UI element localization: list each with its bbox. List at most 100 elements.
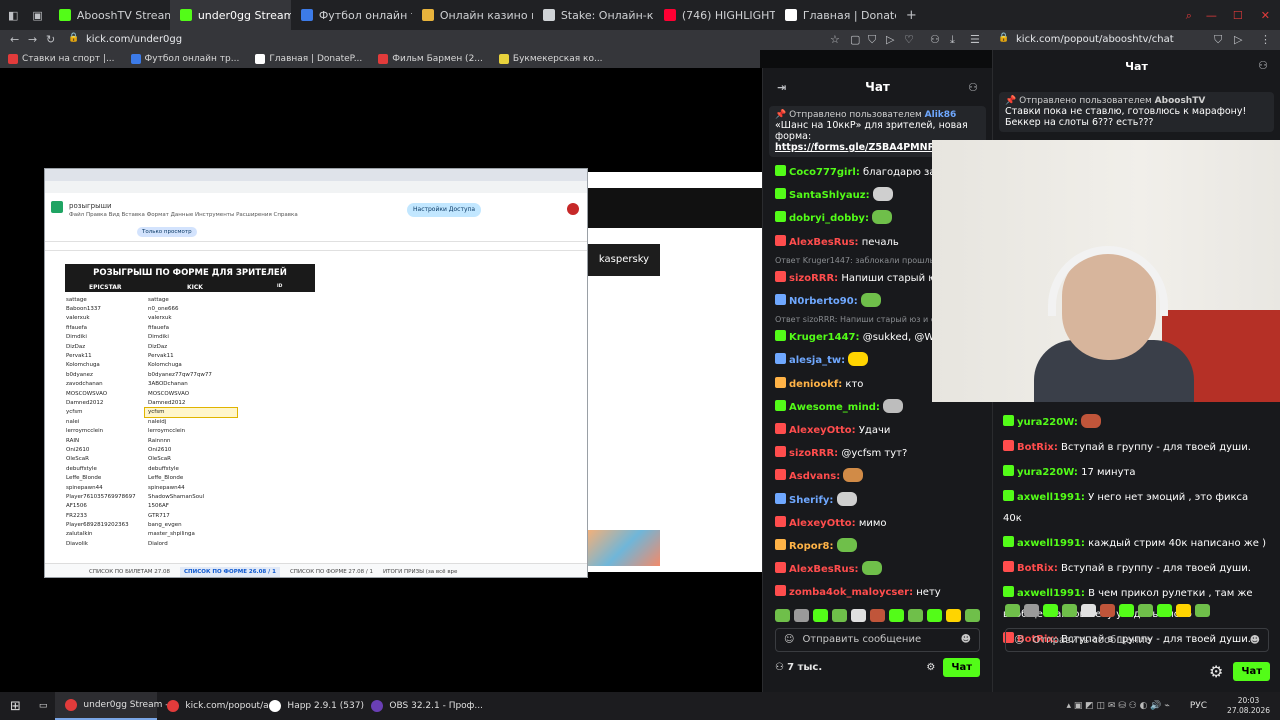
chat-username[interactable]: Asdvans: — [789, 471, 840, 482]
epicstar-cell[interactable]: Pervak11 — [63, 351, 145, 360]
chat-username[interactable]: yura220W: — [1017, 467, 1078, 478]
emote-picker-icon[interactable] — [1138, 604, 1153, 617]
users-icon[interactable]: ⚇ — [968, 82, 978, 93]
id-cell[interactable] — [237, 380, 311, 389]
send-message-input[interactable]: ☺ Отправить сообщение ☻ — [775, 627, 980, 652]
chat-username[interactable]: axwell1991: — [1017, 492, 1085, 503]
sheet-tab[interactable]: ИТОГИ ПРИЗЫ (за всё вре — [383, 569, 457, 575]
emote-picker-icon[interactable] — [1195, 604, 1210, 617]
id-cell[interactable] — [237, 408, 311, 417]
id-cell[interactable] — [237, 502, 311, 511]
send-message-input-right[interactable]: ☺ Отправить сообщение ☻ — [1005, 628, 1269, 652]
id-cell[interactable] — [237, 464, 311, 473]
menu-icon[interactable]: ☰ — [970, 34, 980, 45]
emote-picker-icon[interactable] — [1176, 604, 1191, 617]
epicstar-cell[interactable]: ycfsm — [63, 408, 145, 417]
maximize-icon[interactable]: ☐ — [1225, 10, 1251, 21]
emote-picker-icon[interactable] — [1062, 604, 1077, 617]
chat-username[interactable]: AlexBesRus: — [789, 237, 859, 248]
chat2-send-button[interactable]: Чат — [1233, 662, 1270, 681]
epicstar-cell[interactable]: Diavolik — [63, 539, 145, 548]
emoji-icon-right[interactable]: ☻ — [1250, 635, 1260, 646]
id-cell[interactable] — [237, 370, 311, 379]
browser-tab[interactable]: (746) HIGHLIGHTS | Re — [654, 0, 775, 30]
id-cell[interactable] — [237, 398, 311, 407]
sheet-tab[interactable]: СПИСОК ПО БИЛЕТАМ 27.08 — [89, 569, 170, 575]
start-button[interactable]: ⊞ — [0, 692, 31, 720]
browser-tab[interactable]: Stake: Онлайн-казино — [533, 0, 654, 30]
menu-icon-right[interactable]: ⋮ — [1260, 34, 1271, 45]
epicstar-cell[interactable]: lerroymcclein — [63, 426, 145, 435]
kick-cell[interactable]: fifauefa — [145, 323, 237, 332]
minimize-icon[interactable]: — — [1198, 10, 1225, 21]
epicstar-cell[interactable]: sattage — [63, 295, 145, 304]
kick-cell[interactable]: lerroymcclein — [145, 426, 237, 435]
emote-picker-icon[interactable] — [794, 608, 809, 622]
id-cell[interactable] — [237, 295, 311, 304]
emote-picker-icon[interactable] — [1119, 604, 1134, 617]
chat-username[interactable]: Ropor8: — [789, 541, 834, 552]
epicstar-cell[interactable]: Kolomchuga — [63, 361, 145, 370]
chat-username[interactable]: dobryi_dobby: — [789, 213, 869, 224]
chat-username[interactable]: Sherify: — [789, 495, 833, 506]
id-cell[interactable] — [237, 389, 311, 398]
kick-cell[interactable]: spinepawn44 — [145, 483, 237, 492]
bookmark-item[interactable]: Букмекерская ко... — [498, 54, 603, 64]
epicstar-cell[interactable]: debuffstyle — [63, 464, 145, 473]
epicstar-cell[interactable]: FR2233 — [63, 511, 145, 520]
settings-gear-icon[interactable]: ⚙ — [926, 662, 935, 673]
epicstar-cell[interactable]: fifauefa — [63, 323, 145, 332]
bookmark-item[interactable]: Главная | DonateP... — [255, 54, 362, 64]
id-cell[interactable] — [237, 361, 311, 370]
url-right[interactable]: kick.com/popout/abooshtv/chat — [1016, 34, 1174, 45]
collapse-chat-icon[interactable]: ⇥ — [777, 82, 786, 93]
browser-tab[interactable]: Главная | DonatePay — [775, 0, 896, 30]
id-cell[interactable] — [237, 314, 311, 323]
chat-username[interactable]: N0rberto90: — [789, 296, 858, 307]
shield-icon[interactable]: ⛉ — [868, 34, 876, 45]
play-icon-right[interactable]: ▷ — [1234, 34, 1242, 45]
taskbar-item[interactable]: kick.com/popout/a... — [157, 692, 277, 720]
kick-cell[interactable]: b0dyanez77qw77qw77 — [145, 370, 237, 379]
browser-tab[interactable]: AbooshTV Stream - We — [49, 0, 170, 30]
id-cell[interactable] — [237, 473, 311, 482]
id-cell[interactable] — [237, 539, 311, 548]
chat-username[interactable]: AlexeyOtto: — [789, 518, 856, 529]
epicstar-cell[interactable]: AF1506 — [63, 502, 145, 511]
settings-gear-icon-right[interactable]: ⚙ — [1209, 662, 1223, 681]
kick-cell[interactable]: Rainnnn — [145, 436, 237, 445]
id-cell[interactable] — [237, 351, 311, 360]
kick-cell[interactable]: ShadowShamanSoul — [145, 492, 237, 501]
chat-username[interactable]: axwell1991: — [1017, 588, 1085, 599]
emote-picker-icon[interactable] — [1024, 604, 1039, 617]
kick-cell[interactable]: n0_one666 — [145, 304, 237, 313]
kick-cell[interactable]: 3ABODchanan — [145, 380, 237, 389]
epicstar-cell[interactable]: spinepawn44 — [63, 483, 145, 492]
chat-username[interactable]: axwell1991: — [1017, 538, 1085, 549]
play-icon[interactable]: ▷ — [886, 34, 894, 45]
chat-username[interactable]: deniookf: — [789, 379, 842, 390]
id-cell[interactable] — [237, 455, 311, 464]
forward-icon[interactable]: → — [28, 34, 37, 45]
epicstar-cell[interactable]: zavodchanan — [63, 380, 145, 389]
chat-username[interactable]: zomba4ok_maloycser: — [789, 587, 913, 598]
kick-cell[interactable]: OleScaR — [145, 455, 237, 464]
epicstar-cell[interactable]: b0dyanez — [63, 370, 145, 379]
epicstar-cell[interactable]: Oni2610 — [63, 445, 145, 454]
heart-icon[interactable]: ♡ — [904, 34, 914, 45]
profile-icon[interactable]: ⚇ — [930, 34, 940, 45]
epicstar-cell[interactable]: RAIN — [63, 436, 145, 445]
chat-username[interactable]: Kruger1447: — [789, 332, 860, 343]
search-icon[interactable]: ⌕ — [1180, 10, 1198, 21]
kick-cell[interactable]: Kolomchuga — [145, 361, 237, 370]
epicstar-cell[interactable]: Player6892819202363 — [63, 520, 145, 529]
kick-cell[interactable]: Oni2610 — [145, 445, 237, 454]
kick-cell[interactable]: Dimdiki — [145, 333, 237, 342]
taskbar-item[interactable]: under0gg Stream -... — [55, 692, 177, 720]
browser-tab[interactable]: Онлайн казино и ставк — [412, 0, 533, 30]
chat-username[interactable]: Awesome_mind: — [789, 402, 880, 413]
id-cell[interactable] — [237, 445, 311, 454]
chat-username[interactable]: BotRix: — [1017, 563, 1058, 574]
reload-icon[interactable]: ↻ — [46, 34, 55, 45]
emote-picker-icon[interactable] — [965, 608, 980, 622]
